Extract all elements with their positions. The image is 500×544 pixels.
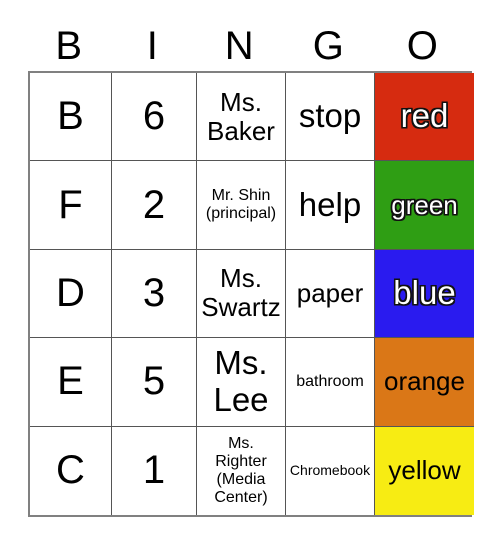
bingo-cell-o5[interactable]: yellow <box>375 426 474 515</box>
bingo-cell-b1[interactable]: B <box>30 73 112 162</box>
bingo-cell-g4[interactable]: bathroom <box>286 338 375 427</box>
bingo-cell-o2-label: green <box>391 189 458 220</box>
bingo-cell-g4-label: bathroom <box>296 372 364 390</box>
bingo-cell-i3-label: 3 <box>142 271 166 316</box>
bingo-cell-n5[interactable]: Ms. Righter (Media Center) <box>197 426 286 515</box>
bingo-cell-n2-label: Mr. Shin (principal) <box>205 187 277 223</box>
bingo-cell-i4-label: 5 <box>142 359 166 404</box>
bingo-cell-o2[interactable]: green <box>375 161 474 250</box>
bingo-cell-b3[interactable]: D <box>30 249 112 339</box>
bingo-cell-g2-label: help <box>298 185 362 223</box>
bingo-cell-g5-label: Chromebook <box>289 461 371 478</box>
bingo-cell-g1-label: stop <box>298 97 362 135</box>
bingo-cell-b5[interactable]: C <box>30 426 112 515</box>
header-letter-b: B <box>55 24 83 68</box>
bingo-cell-b2-label: F <box>58 182 83 227</box>
bingo-cell-n4-label: Ms. Lee <box>213 343 269 418</box>
bingo-cell-i4[interactable]: 5 <box>112 338 197 427</box>
bingo-cell-i3[interactable]: 3 <box>112 249 197 339</box>
bingo-cell-b1-label: B <box>57 94 84 139</box>
bingo-cell-i1-label: 6 <box>142 94 166 139</box>
bingo-cell-o1[interactable]: red <box>375 73 474 162</box>
bingo-cell-g2[interactable]: help <box>286 161 375 250</box>
bingo-cell-g1[interactable]: stop <box>286 73 375 162</box>
bingo-cell-o4[interactable]: orange <box>375 338 474 427</box>
bingo-cell-b2[interactable]: F <box>30 161 112 250</box>
bingo-cell-i5[interactable]: 1 <box>112 426 197 515</box>
bingo-cell-o5-label: yellow <box>388 455 461 486</box>
header-letter-o: O <box>406 24 439 68</box>
bingo-cell-b4-label: E <box>57 359 84 404</box>
bingo-cell-n1-label: Ms. Baker <box>207 86 275 146</box>
bingo-cell-n1[interactable]: Ms. Baker <box>197 73 286 162</box>
bingo-cell-n2[interactable]: Mr. Shin (principal) <box>197 161 286 250</box>
bingo-cell-n5-label: Ms. Righter (Media Center) <box>214 434 268 506</box>
header-letter-n: N <box>224 24 255 68</box>
bingo-cell-b3-label: D <box>56 271 85 316</box>
bingo-cell-o3[interactable]: blue <box>375 249 474 339</box>
bingo-cell-b4[interactable]: E <box>30 338 112 427</box>
header-letter-g: G <box>312 24 345 68</box>
bingo-cell-o1-label: red <box>400 97 449 135</box>
bingo-cell-i2-label: 2 <box>142 182 166 227</box>
bingo-cell-o4-label: orange <box>384 366 465 397</box>
header-letter-i: I <box>146 24 159 68</box>
bingo-cell-n3[interactable]: Ms. Swartz <box>197 249 286 339</box>
bingo-grid: B 6 Ms. Baker stop red F 2 Mr. Shin (pri… <box>28 71 474 517</box>
bingo-header-row: B I N G O <box>28 22 472 70</box>
bingo-cell-b5-label: C <box>56 448 85 493</box>
bingo-cell-n3-label: Ms. Swartz <box>201 263 281 323</box>
bingo-cell-n4[interactable]: Ms. Lee <box>197 338 286 427</box>
bingo-cell-g5[interactable]: Chromebook <box>286 426 375 515</box>
bingo-cell-g3-label: paper <box>296 277 364 308</box>
bingo-cell-i5-label: 1 <box>142 448 166 493</box>
bingo-cell-o3-label: blue <box>393 274 456 312</box>
bingo-card: B I N G O B 6 Ms. Baker stop red F 2 Mr.… <box>0 0 500 544</box>
bingo-cell-g3[interactable]: paper <box>286 249 375 339</box>
bingo-cell-i1[interactable]: 6 <box>112 73 197 162</box>
bingo-cell-i2[interactable]: 2 <box>112 161 197 250</box>
